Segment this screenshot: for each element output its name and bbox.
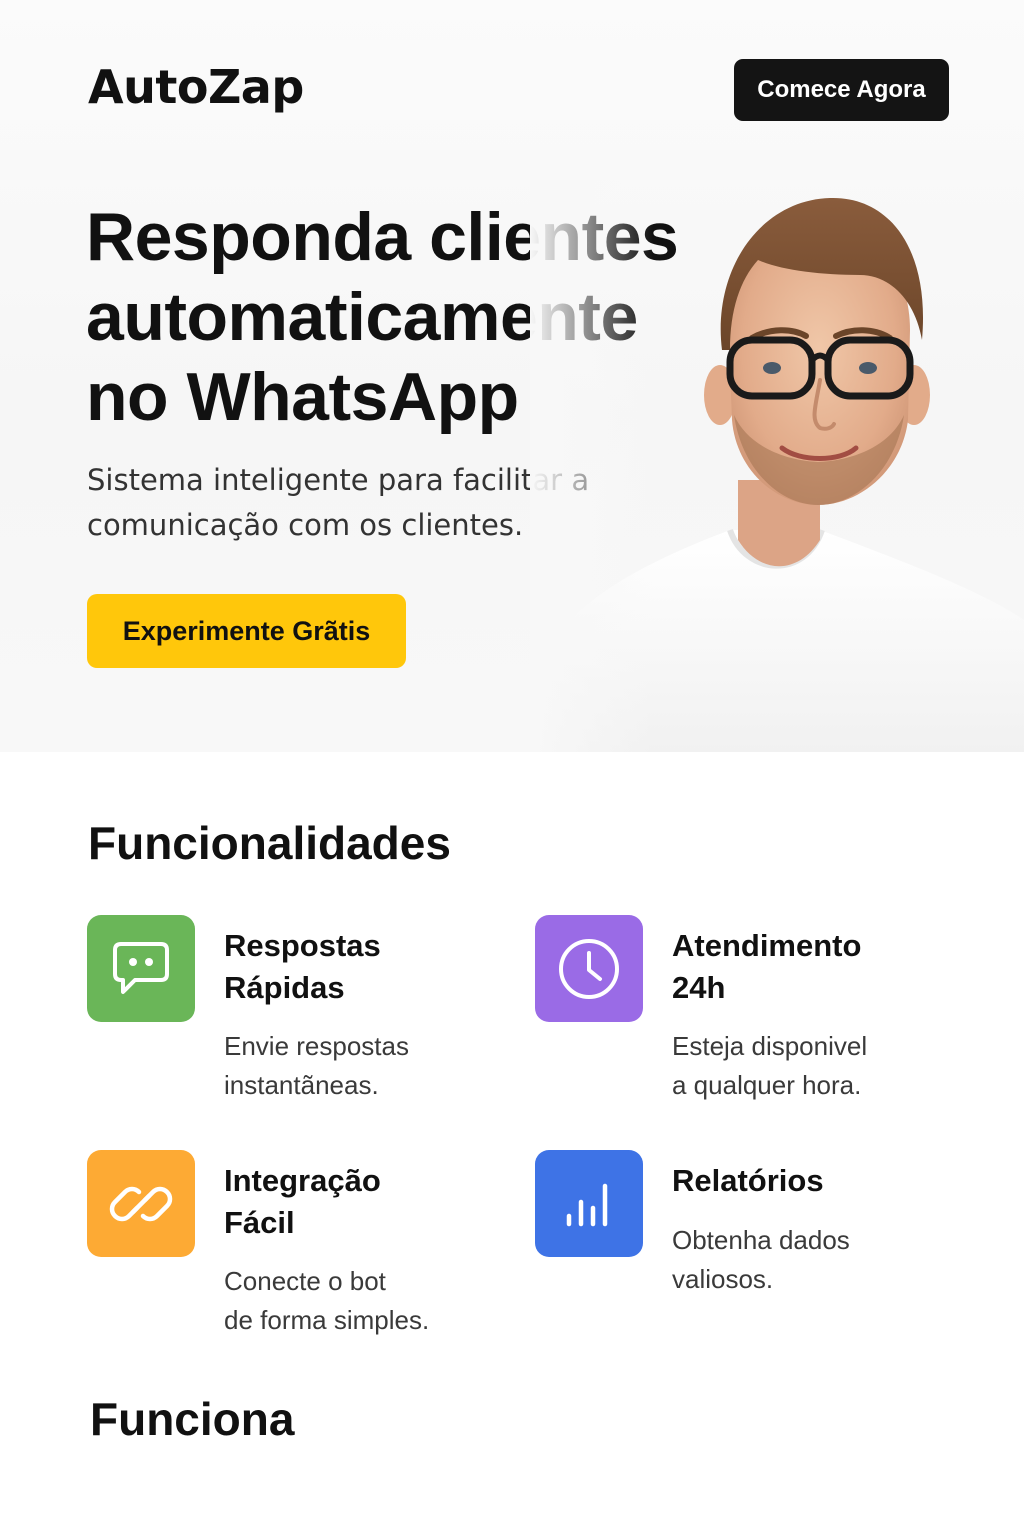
feature-title-line: Integração — [224, 1163, 381, 1198]
landing-page: AutoZap Comece Agora Responda clientes a… — [0, 0, 1024, 1536]
start-now-button[interactable]: Comece Agora — [734, 59, 949, 121]
hero-portrait — [530, 180, 1024, 752]
feature-desc-line: Esteja disponivel — [672, 1031, 868, 1061]
feature-desc-line: Conecte o bot — [224, 1266, 386, 1296]
feature-desc-line: de forma simples. — [224, 1305, 430, 1335]
feature-icon-tile — [535, 1150, 643, 1257]
feature-desc-line: Obtenha dados — [672, 1225, 850, 1255]
bar-chart-icon — [566, 1183, 608, 1226]
how-it-works-heading: Funciona — [90, 1393, 295, 1445]
feature-desc-line: instantãneas. — [224, 1070, 379, 1100]
feature-description: Conecte o bot de forma simples. — [224, 1262, 504, 1340]
feature-desc-line: a qualquer hora. — [672, 1070, 862, 1100]
feature-icon-tile — [87, 915, 195, 1022]
free-trial-button[interactable]: Experimente Grãtis — [87, 594, 406, 668]
feature-icon-tile — [87, 1150, 195, 1257]
feature-description: Obtenha dados valiosos. — [672, 1221, 952, 1299]
feature-title-line: Relatórios — [672, 1163, 824, 1198]
feature-title-line: Atendimento — [672, 928, 862, 963]
features-heading: Funcionalidades — [88, 817, 451, 869]
feature-desc-line: Envie respostas — [224, 1031, 409, 1061]
link-icon — [109, 1186, 173, 1221]
chat-bubble-icon — [113, 941, 169, 994]
feature-title: Respostas Rápidas — [224, 925, 484, 1009]
feature-title-line: Rápidas — [224, 970, 345, 1005]
brand-logo[interactable]: AutoZap — [88, 64, 304, 110]
feature-description: Envie respostas instantãneas. — [224, 1027, 504, 1105]
feature-title-line: Fácil — [224, 1205, 295, 1240]
feature-title-line: Respostas — [224, 928, 381, 963]
feature-title: Integração Fácil — [224, 1160, 484, 1244]
feature-desc-line: valiosos. — [672, 1264, 774, 1294]
feature-icon-tile — [535, 915, 643, 1022]
feature-description: Esteja disponivel a qualquer hora. — [672, 1027, 952, 1105]
feature-title: Relatórios — [672, 1160, 932, 1202]
clock-icon — [559, 938, 619, 999]
feature-title: Atendimento 24h — [672, 925, 932, 1009]
feature-title-line: 24h — [672, 970, 726, 1005]
